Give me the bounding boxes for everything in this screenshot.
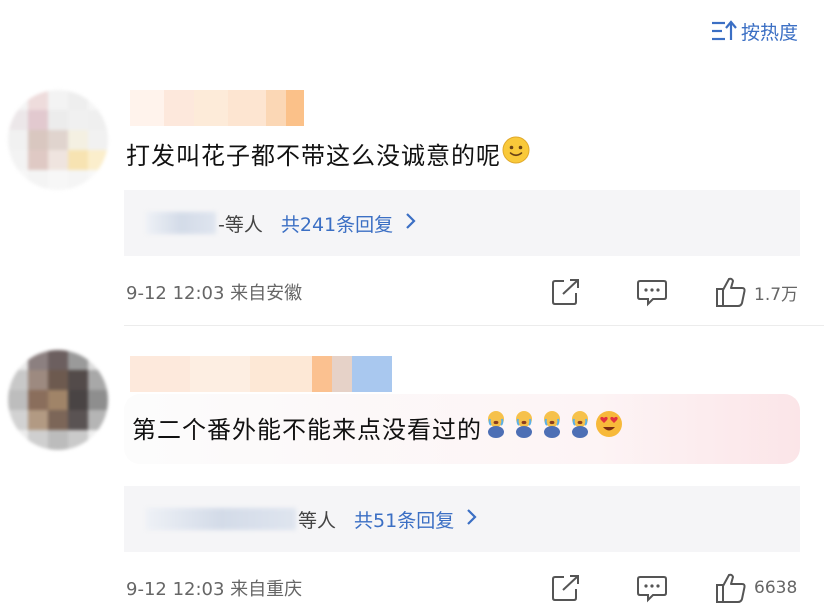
avatar[interactable] <box>8 90 108 190</box>
comment-reply-icon[interactable] <box>636 277 668 307</box>
crying-emoji <box>510 409 538 453</box>
slight-smile-emoji <box>501 135 531 179</box>
comment-meta: 9-12 12:03 来自重庆 6638 <box>126 568 800 608</box>
comment-actions: 1.7万 <box>550 276 800 308</box>
chevron-right-icon <box>466 508 478 531</box>
crying-emoji <box>566 409 594 453</box>
share-icon[interactable] <box>550 573 582 603</box>
comment-text: 第二个番外能不能来点没看过的 <box>132 408 624 453</box>
username-blurred[interactable] <box>130 90 304 126</box>
replier-name-blurred <box>146 508 296 530</box>
comment-actions: 6638 <box>550 572 800 604</box>
reply-count: 共51条回复 <box>354 509 455 532</box>
view-replies-button[interactable]: 等人 共51条回复 <box>124 486 800 552</box>
comment-meta: 9-12 12:03 来自安徽 1.7万 <box>126 272 800 312</box>
sort-by-hot-button[interactable]: 按热度 <box>711 16 798 46</box>
reply-deng-label: 等人 <box>298 509 337 532</box>
crying-emoji <box>538 409 566 453</box>
reply-deng-label: -等人 <box>218 213 263 236</box>
time-location: 9-12 12:03 来自安徽 <box>126 283 303 304</box>
thumbs-up-icon <box>714 276 748 308</box>
view-replies-button[interactable]: -等人 共241条回复 <box>124 190 800 256</box>
like-count: 6638 <box>754 578 798 598</box>
share-icon[interactable] <box>550 277 582 307</box>
heart-eyes-emoji <box>594 409 624 453</box>
avatar[interactable] <box>8 350 108 450</box>
reply-count: 共241条回复 <box>280 213 394 236</box>
crying-emoji <box>482 409 510 453</box>
thumbs-up-icon <box>714 572 748 604</box>
divider <box>124 325 824 326</box>
comment-reply-icon[interactable] <box>636 573 668 603</box>
chevron-right-icon <box>405 212 417 235</box>
comment-text: 打发叫花子都不带这么没诚意的呢 <box>126 134 531 179</box>
like-button[interactable]: 1.7万 <box>714 276 800 308</box>
username-blurred[interactable] <box>130 356 392 392</box>
like-button[interactable]: 6638 <box>714 572 800 604</box>
replier-name-blurred <box>146 212 216 234</box>
time-location: 9-12 12:03 来自重庆 <box>126 579 303 600</box>
sort-label: 按热度 <box>740 21 798 44</box>
like-count: 1.7万 <box>754 284 799 305</box>
sort-icon <box>711 20 737 42</box>
